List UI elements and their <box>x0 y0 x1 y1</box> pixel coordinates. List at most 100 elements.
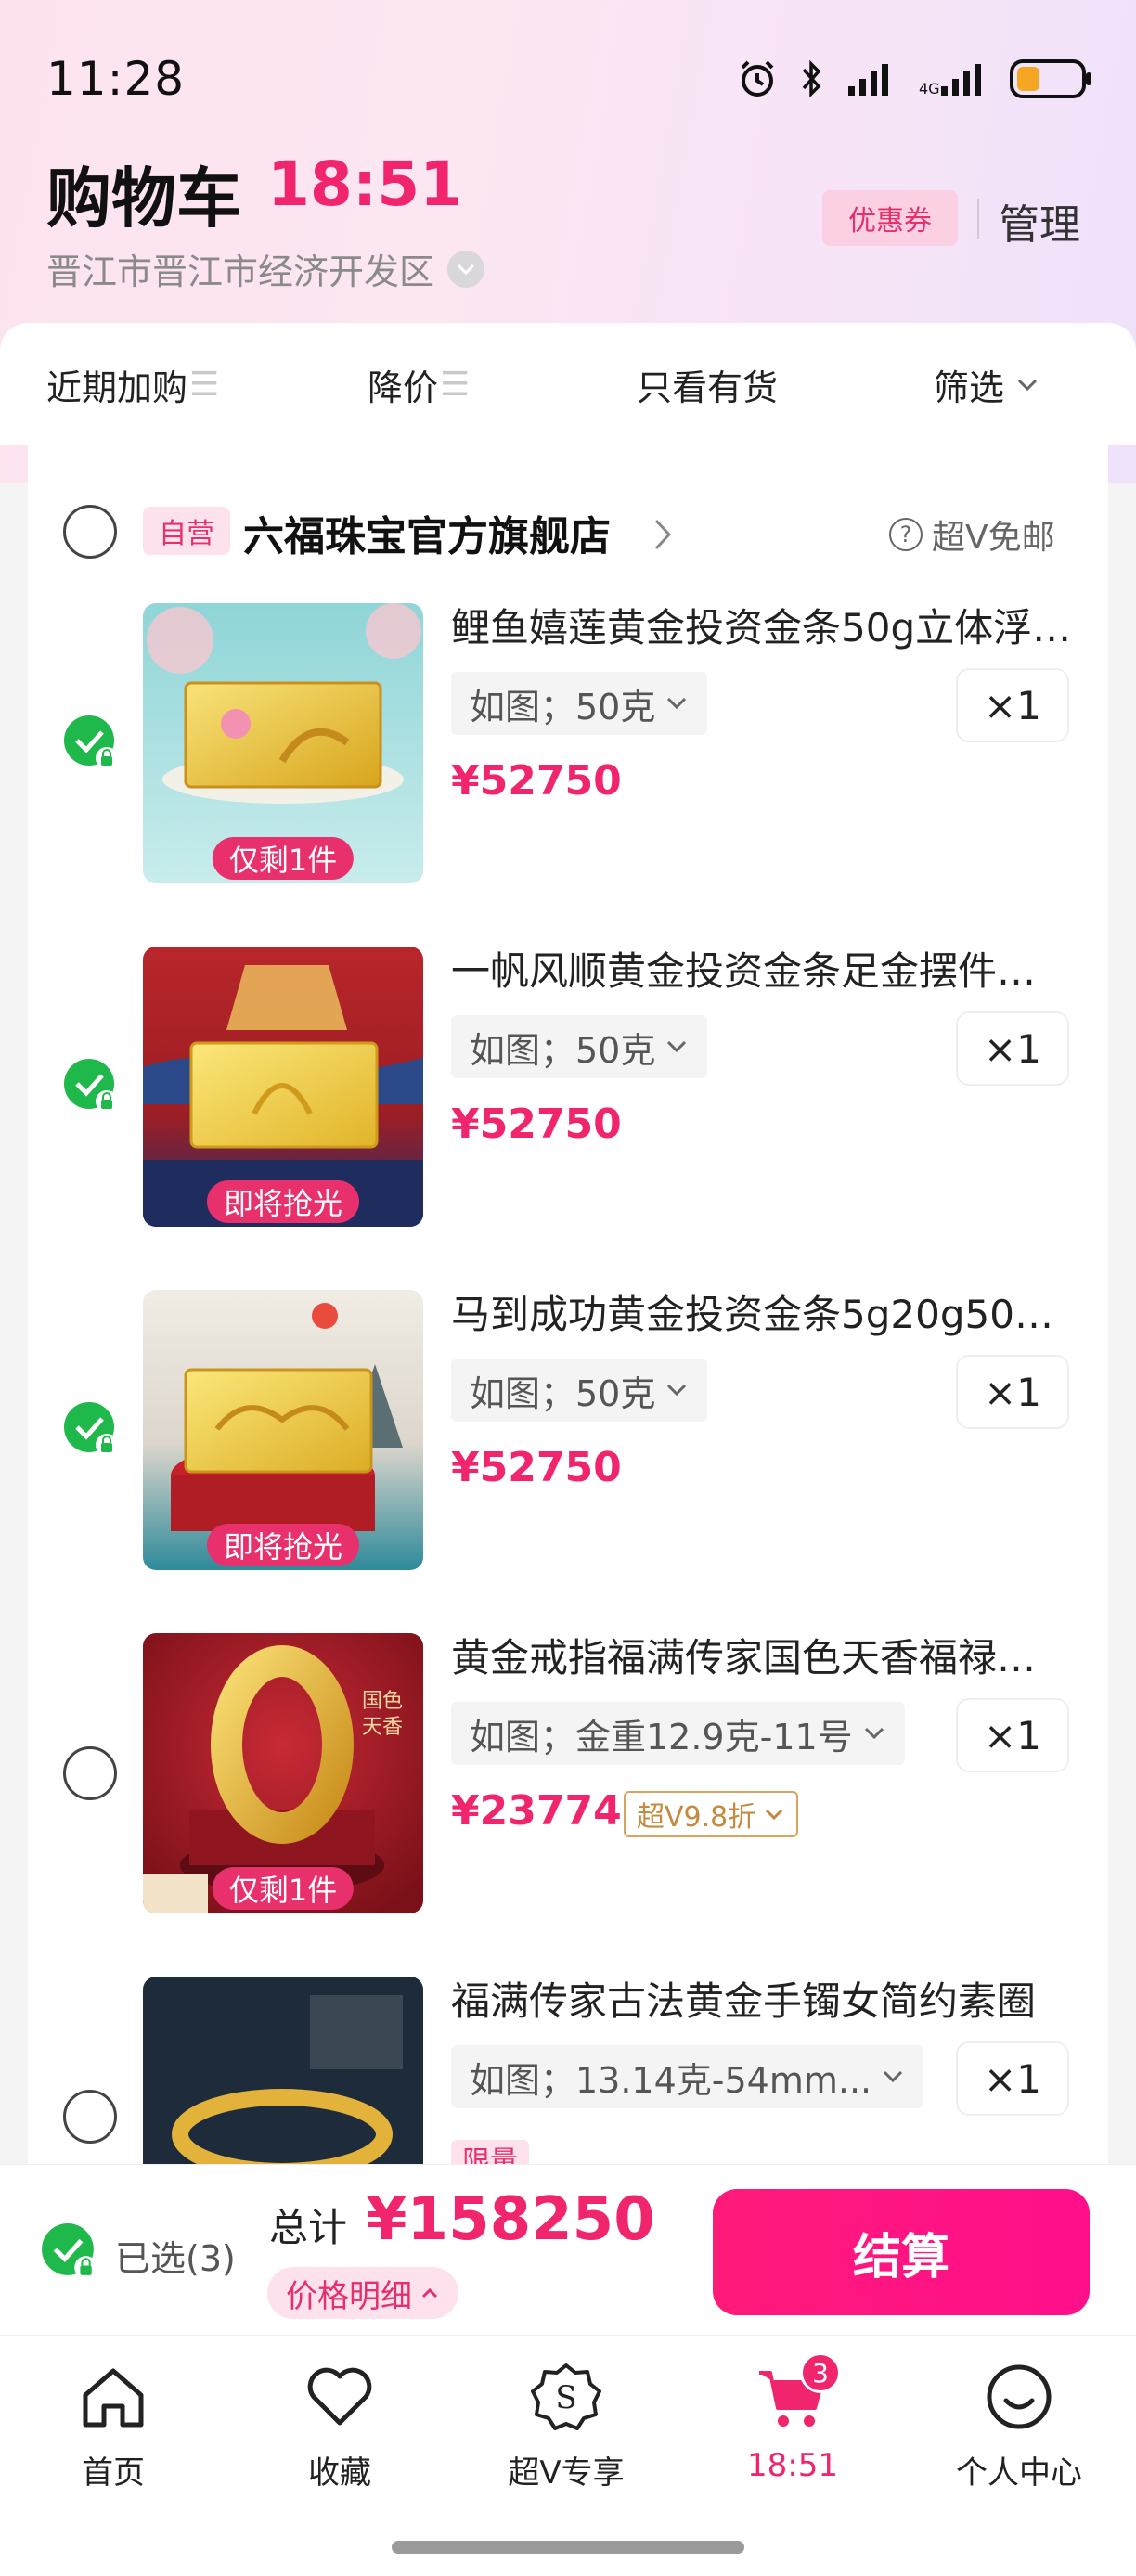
status-bar: 11:28 4G <box>0 0 1136 139</box>
tab-cart-label: 18:51 <box>747 2447 838 2484</box>
cart-item: 即将抢光 一帆风顺黄金投资金条足金摆件送礼 如图；50克 ×1 ¥52750 <box>28 947 1108 1253</box>
filter-recent[interactable]: 近期加购 ☰ <box>46 323 219 445</box>
product-title[interactable]: 黄金戒指福满传家国色天香福禄双全戒指 <box>451 1633 1073 1683</box>
tab-profile[interactable]: 个人中心 <box>906 2358 1132 2497</box>
chevron-up-icon <box>421 2287 438 2299</box>
tab-home-label: 首页 <box>82 2454 145 2492</box>
coupon-button[interactable]: 优惠券 <box>822 190 958 246</box>
cart-item: 即将抢光 马到成功黄金投资金条5g20g50g摆件 如图；50克 ×1 ¥527… <box>28 1290 1108 1596</box>
selected-count: 已选(3) <box>115 2238 236 2279</box>
chevron-down-icon <box>864 1727 884 1740</box>
tab-cart[interactable]: 3 18:51 <box>679 2352 906 2497</box>
quantity-stepper[interactable]: ×1 <box>956 1011 1069 1086</box>
product-title[interactable]: 福满传家古法黄金手镯女简约素圈 <box>451 1977 1073 2027</box>
store-select-radio[interactable] <box>63 505 117 559</box>
product-image[interactable]: 仅剩1件 <box>143 603 423 883</box>
select-all-checked-icon[interactable] <box>41 2222 98 2280</box>
chevron-down-icon <box>667 1040 687 1053</box>
product-image[interactable] <box>143 1977 423 2164</box>
vip-discount-tag[interactable]: 超V9.8折 <box>624 1791 799 1837</box>
spec-selector[interactable]: 如图；50克 <box>451 1015 708 1078</box>
location-selector[interactable]: 晋江市晋江市经济开发区 <box>46 243 485 294</box>
product-price: ¥52750 <box>451 1101 622 1148</box>
chevron-down-icon <box>667 697 687 710</box>
tab-favorites[interactable]: 收藏 <box>226 2358 453 2497</box>
shipping-info[interactable]: ? 超V免邮 <box>889 510 1055 559</box>
product-title[interactable]: 一帆风顺黄金投资金条足金摆件送礼 <box>451 947 1073 997</box>
spec-label: 如图；50克 <box>470 686 656 728</box>
alarm-icon <box>741 60 774 97</box>
checked-icon[interactable] <box>63 1058 119 1114</box>
filter-price-drop[interactable]: 降价 ☰ <box>368 323 470 445</box>
self-operated-badge: 自营 <box>143 507 230 555</box>
page-title: 购物车 <box>46 161 241 237</box>
checkout-bar: 已选(3) 总计 ¥158250 价格明细 结算 <box>0 2164 1136 2335</box>
total-price: ¥158250 <box>366 2185 655 2254</box>
item-select-radio[interactable] <box>63 2090 117 2144</box>
svg-text:4G: 4G <box>919 80 940 97</box>
spec-label: 如图；金重12.9克-11号 <box>470 1716 853 1758</box>
quantity-stepper[interactable]: ×1 <box>956 1355 1069 1429</box>
filter-screen[interactable]: 筛选 <box>934 323 1043 445</box>
svg-text:国色: 国色 <box>362 1690 403 1713</box>
spec-label: 如图；13.14克-54mm... <box>470 2059 872 2101</box>
total-label: 总计 <box>269 2205 348 2250</box>
product-image[interactable]: 国色 天香 仅剩1件 <box>143 1633 423 1913</box>
shipping-label: 超V免邮 <box>932 519 1055 557</box>
checkout-button[interactable]: 结算 <box>713 2189 1090 2315</box>
spec-selector[interactable]: 如图；13.14克-54mm... <box>451 2045 924 2108</box>
cart-item: 福满传家古法黄金手镯女简约素圈 如图；13.14克-54mm... ×1 限量 <box>28 1977 1108 2164</box>
triangle-expand-icon: ☰ <box>440 365 471 404</box>
filter-screen-label: 筛选 <box>934 367 1005 408</box>
home-indicator[interactable] <box>392 2541 744 2554</box>
home-icon <box>74 2358 152 2436</box>
signal-2-icon: 4G <box>919 64 981 97</box>
spec-label: 如图；50克 <box>470 1372 656 1414</box>
status-time: 11:28 <box>46 52 186 106</box>
checked-icon[interactable] <box>63 1401 119 1457</box>
spec-selector[interactable]: 如图；金重12.9克-11号 <box>451 1702 905 1765</box>
triangle-expand-icon: ☰ <box>189 365 220 404</box>
tab-favorites-label: 收藏 <box>308 2454 371 2492</box>
signal-icon <box>848 64 888 96</box>
chevron-right-icon[interactable] <box>652 516 674 553</box>
stock-badge: 仅剩1件 <box>212 837 355 880</box>
product-title[interactable]: 鲤鱼嬉莲黄金投资金条50g立体浮雕摆件 <box>451 603 1073 653</box>
product-title[interactable]: 马到成功黄金投资金条5g20g50g摆件 <box>451 1290 1073 1340</box>
tab-profile-label: 个人中心 <box>956 2454 1082 2492</box>
chevron-down-icon <box>667 1384 687 1397</box>
battery-icon <box>1010 59 1091 98</box>
question-icon: ? <box>889 518 923 551</box>
tab-home[interactable]: 首页 <box>0 2358 226 2497</box>
quantity-stepper[interactable]: ×1 <box>956 668 1069 742</box>
stock-badge: 即将抢光 <box>206 1524 360 1566</box>
checked-icon[interactable] <box>63 715 119 770</box>
price-detail-label: 价格明细 <box>286 2277 412 2315</box>
store-name[interactable]: 六福珠宝官方旗舰店 <box>243 503 611 562</box>
svg-text:S: S <box>555 2379 576 2416</box>
manage-button[interactable]: 管理 <box>999 191 1080 251</box>
quantity-stepper[interactable]: ×1 <box>956 1698 1069 1772</box>
filter-in-stock[interactable]: 只看有货 <box>637 323 778 445</box>
bluetooth-icon <box>802 59 821 98</box>
price-detail-button[interactable]: 价格明细 <box>267 2267 458 2319</box>
filter-price-drop-label: 降价 <box>368 367 439 408</box>
product-image[interactable]: 即将抢光 <box>143 1290 423 1570</box>
quantity-stepper[interactable]: ×1 <box>956 2041 1069 2116</box>
spec-selector[interactable]: 如图；50克 <box>451 1359 708 1422</box>
vip-discount-label: 超V9.8折 <box>637 1801 756 1834</box>
profile-icon <box>980 2358 1058 2436</box>
spec-selector[interactable]: 如图；50克 <box>451 672 708 735</box>
product-price: ¥23774 <box>451 1787 622 1835</box>
header-divider <box>977 199 979 239</box>
tab-vip[interactable]: S 超V专享 <box>453 2358 679 2497</box>
cart-time: 18:51 <box>267 148 463 220</box>
limited-tag: 限量 <box>451 2140 529 2164</box>
filter-in-stock-label: 只看有货 <box>637 367 779 408</box>
heart-icon <box>301 2358 379 2436</box>
stock-badge: 即将抢光 <box>206 1180 360 1223</box>
filter-bar: 近期加购 ☰ 降价 ☰ 只看有货 筛选 <box>0 323 1136 445</box>
filter-recent-label: 近期加购 <box>46 367 188 408</box>
item-select-radio[interactable] <box>63 1746 117 1800</box>
product-image[interactable]: 即将抢光 <box>143 947 423 1227</box>
